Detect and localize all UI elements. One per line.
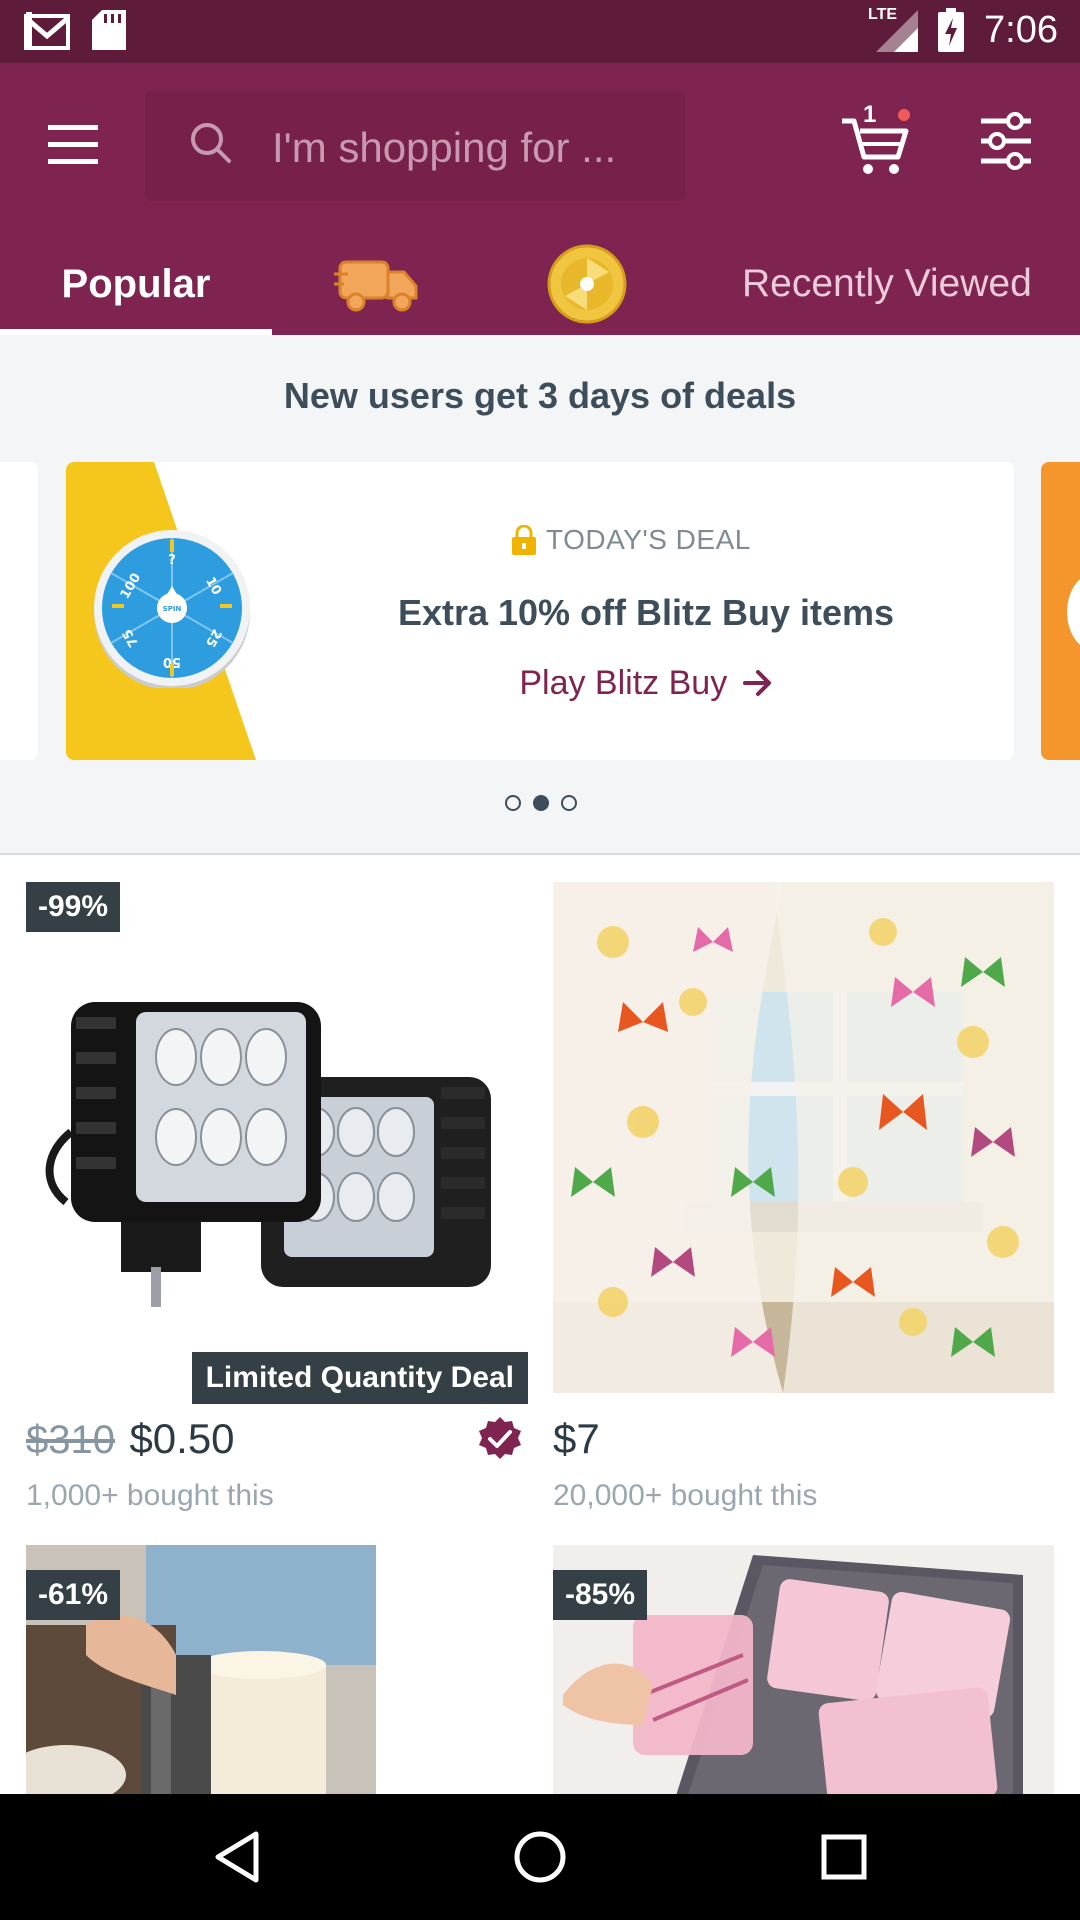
carousel-dot[interactable] bbox=[505, 795, 521, 811]
cart-count-badge: 1 bbox=[863, 101, 877, 128]
back-icon[interactable] bbox=[212, 1830, 262, 1884]
product-image-led-lights bbox=[26, 882, 526, 1392]
product-card[interactable]: -99% Limited Quantity Deal bbox=[26, 882, 528, 1404]
spin-label: SPIN bbox=[163, 605, 182, 613]
product-price-row: $310 $0.50 bbox=[26, 1415, 526, 1463]
status-bar: LTE 7:06 bbox=[0, 0, 1080, 63]
product-card[interactable] bbox=[553, 882, 1054, 1393]
carousel-next-card[interactable] bbox=[1041, 462, 1080, 760]
product-grid: -99% Limited Quantity Deal $310 $0.50 1,… bbox=[0, 857, 1080, 1794]
promo-section: New users get 3 days of deals ? 10 25 50… bbox=[0, 335, 1080, 855]
discount-badge: -99% bbox=[26, 882, 121, 932]
carousel-dot[interactable] bbox=[561, 795, 577, 811]
spin-wheel-icon: ? 10 25 50 75 100 SPIN bbox=[94, 530, 250, 688]
battery-charging-icon bbox=[938, 8, 965, 52]
sale-price: $7 bbox=[553, 1415, 600, 1462]
product-card[interactable]: -85% bbox=[553, 1545, 1054, 1794]
wheel-label: ? bbox=[168, 553, 176, 568]
search-icon bbox=[191, 123, 231, 163]
bought-count: 1,000+ bought this bbox=[26, 1479, 274, 1512]
original-price: $310 bbox=[26, 1418, 115, 1462]
sd-card-icon bbox=[92, 10, 126, 50]
tab-recently-viewed[interactable]: Recently Viewed bbox=[742, 233, 1080, 335]
limited-quantity-badge: Limited Quantity Deal bbox=[191, 1352, 528, 1404]
deal-title: Extra 10% off Blitz Buy items bbox=[397, 592, 895, 633]
tab-popular[interactable]: Popular bbox=[0, 233, 272, 335]
carousel-dot-active[interactable] bbox=[533, 795, 549, 811]
product-image-butterfly-curtains bbox=[553, 882, 1054, 1393]
tab-label: Popular bbox=[61, 261, 211, 306]
bought-count: 20,000+ bought this bbox=[553, 1479, 818, 1512]
deal-label: TODAY'S DEAL bbox=[512, 524, 751, 556]
play-blitz-buy-link[interactable]: Play Blitz Buy bbox=[286, 664, 1006, 703]
system-navigation-bar bbox=[0, 1794, 1080, 1920]
sale-price: $0.50 bbox=[129, 1415, 235, 1462]
signal-icon: LTE bbox=[868, 6, 919, 52]
search-input[interactable]: I'm shopping for ... bbox=[145, 91, 685, 201]
lock-icon bbox=[512, 525, 536, 555]
menu-icon[interactable] bbox=[40, 115, 106, 175]
recents-icon[interactable] bbox=[820, 1833, 868, 1881]
verified-badge-icon bbox=[479, 1417, 521, 1459]
app-header: I'm shopping for ... 1 Popular Recently … bbox=[0, 63, 1080, 335]
cart-notification-dot bbox=[898, 109, 910, 121]
carousel-indicator bbox=[505, 795, 577, 811]
product-card[interactable]: -61% bbox=[26, 1545, 376, 1794]
home-icon[interactable] bbox=[513, 1830, 567, 1884]
filter-icon[interactable] bbox=[975, 109, 1037, 173]
prize-wheel-icon bbox=[547, 244, 627, 324]
carousel-prev-card[interactable] bbox=[0, 462, 38, 760]
gmail-icon bbox=[24, 12, 70, 50]
category-tabs: Popular Recently Viewed bbox=[0, 233, 1080, 335]
todays-deal-card[interactable]: ? 10 25 50 75 100 SPIN TODAY'S DEAL Extr… bbox=[66, 462, 1014, 760]
discount-badge: -61% bbox=[26, 1570, 121, 1620]
network-label: LTE bbox=[868, 6, 898, 23]
discount-badge: -85% bbox=[553, 1570, 648, 1620]
clock: 7:06 bbox=[984, 8, 1058, 51]
deal-label-text: TODAY'S DEAL bbox=[546, 524, 751, 555]
tab-prize-wheel[interactable] bbox=[482, 233, 692, 335]
promo-heading: New users get 3 days of deals bbox=[283, 375, 797, 416]
shipping-truck-icon bbox=[334, 260, 418, 312]
tab-shipping[interactable] bbox=[272, 233, 482, 335]
arrow-right-icon bbox=[742, 670, 771, 696]
deal-cta-label: Play Blitz Buy bbox=[519, 664, 728, 702]
search-placeholder: I'm shopping for ... bbox=[272, 124, 617, 171]
tab-label: Recently Viewed bbox=[742, 262, 1032, 305]
